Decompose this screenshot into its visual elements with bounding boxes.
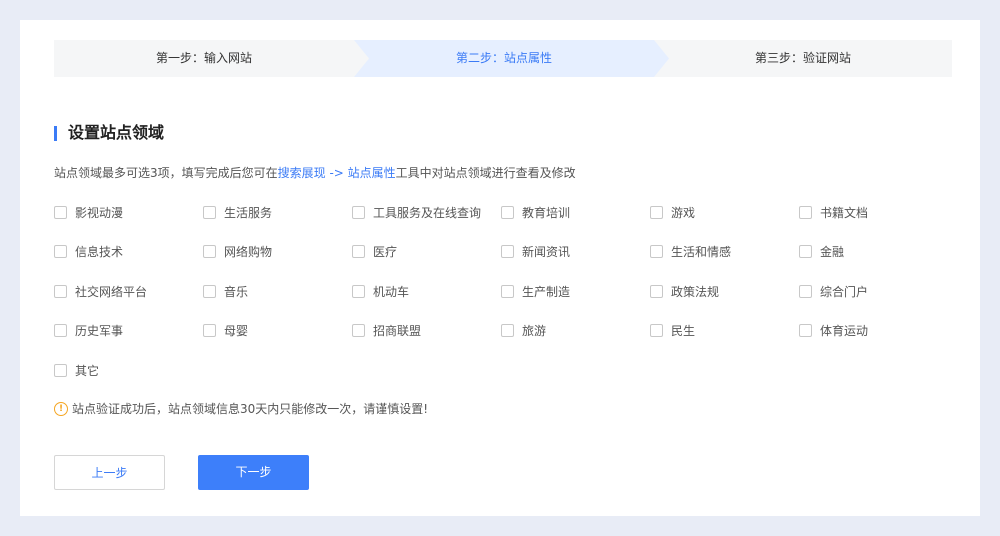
prev-step-button[interactable]: 上一步 [54, 455, 165, 490]
domain-option[interactable]: 书籍文档 [799, 204, 868, 222]
section-title-marker [54, 126, 57, 141]
checkbox[interactable] [501, 285, 514, 298]
option-label: 生产制造 [522, 285, 571, 299]
checkbox[interactable] [352, 285, 365, 298]
domain-option[interactable]: 历史军事 [54, 322, 123, 340]
settings-card: 第一步：输入网站 第二步：站点属性 第三步：验证网站 设置站点领域 站点领域最多… [20, 20, 980, 516]
option-label: 母婴 [224, 324, 249, 338]
section-description: 站点领域最多可选3项，填写完成后您可在搜索展现 -> 站点属性工具中对站点领域进… [54, 164, 576, 182]
description-link[interactable]: 搜索展现 -> 站点属性 [278, 166, 396, 180]
checkbox[interactable] [54, 364, 67, 377]
warning-text: 站点验证成功后，站点领域信息30天内只能修改一次，请谨慎设置! [72, 402, 429, 416]
checkbox[interactable] [501, 206, 514, 219]
domain-option[interactable]: 体育运动 [799, 322, 868, 340]
warning-icon: ! [54, 401, 68, 416]
checkbox[interactable] [203, 245, 216, 258]
domain-option[interactable]: 旅游 [501, 322, 546, 340]
domain-option[interactable]: 金融 [799, 243, 844, 261]
checkbox[interactable] [799, 324, 812, 337]
domain-option[interactable]: 信息技术 [54, 243, 123, 261]
domain-option[interactable]: 教育培训 [501, 204, 570, 222]
checkbox[interactable] [203, 324, 216, 337]
step-1: 第一步：输入网站 [155, 51, 252, 65]
description-prefix: 站点领域最多可选3项，填写完成后您可在 [54, 166, 278, 180]
domain-option[interactable]: 其它 [54, 362, 99, 380]
checkbox[interactable] [650, 206, 663, 219]
checkbox[interactable] [352, 206, 365, 219]
option-label: 社交网络平台 [75, 285, 148, 299]
option-label: 游戏 [671, 206, 696, 220]
domain-option[interactable]: 生产制造 [501, 283, 570, 301]
option-label: 招商联盟 [373, 324, 422, 338]
option-label: 生活服务 [224, 206, 273, 220]
section-title: 设置站点领域 [68, 123, 165, 142]
domain-option[interactable]: 网络购物 [203, 243, 272, 261]
option-label: 综合门户 [820, 285, 869, 299]
checkbox[interactable] [352, 245, 365, 258]
domain-option[interactable]: 生活服务 [203, 204, 272, 222]
option-label: 信息技术 [75, 245, 124, 259]
option-label: 音乐 [224, 285, 249, 299]
domain-option[interactable]: 政策法规 [650, 283, 719, 301]
checkbox[interactable] [501, 324, 514, 337]
checkbox[interactable] [650, 285, 663, 298]
option-label: 影视动漫 [75, 206, 124, 220]
domain-option[interactable]: 综合门户 [799, 283, 868, 301]
checkbox[interactable] [501, 245, 514, 258]
domain-option[interactable]: 民生 [650, 322, 695, 340]
option-label: 历史军事 [75, 324, 124, 338]
step-3: 第三步：验证网站 [754, 51, 851, 65]
option-label: 教育培训 [522, 206, 571, 220]
step-2-active: 第二步：站点属性 [455, 51, 552, 65]
domain-option[interactable]: 新闻资讯 [501, 243, 570, 261]
checkbox[interactable] [799, 245, 812, 258]
domain-option[interactable]: 社交网络平台 [54, 283, 147, 301]
next-step-button[interactable]: 下一步 [198, 455, 309, 490]
option-label: 政策法规 [671, 285, 720, 299]
domain-option[interactable]: 游戏 [650, 204, 695, 222]
option-label: 体育运动 [820, 324, 869, 338]
option-label: 民生 [671, 324, 696, 338]
option-label: 书籍文档 [820, 206, 869, 220]
domain-option[interactable]: 招商联盟 [352, 322, 421, 340]
warning-note: ! 站点验证成功后，站点领域信息30天内只能修改一次，请谨慎设置! [54, 400, 428, 418]
domain-option[interactable]: 机动车 [352, 283, 409, 301]
option-label: 金融 [820, 245, 845, 259]
domain-option[interactable]: 工具服务及在线查询 [352, 204, 481, 222]
step-indicator: 第一步：输入网站 第二步：站点属性 第三步：验证网站 [54, 40, 952, 77]
checkbox[interactable] [54, 324, 67, 337]
option-label: 其它 [75, 364, 100, 378]
option-label: 机动车 [373, 285, 410, 299]
option-label: 新闻资讯 [522, 245, 571, 259]
domain-option[interactable]: 音乐 [203, 283, 248, 301]
checkbox[interactable] [203, 285, 216, 298]
checkbox[interactable] [54, 245, 67, 258]
checkbox[interactable] [54, 206, 67, 219]
option-label: 医疗 [373, 245, 398, 259]
option-label: 旅游 [522, 324, 547, 338]
checkbox[interactable] [650, 324, 663, 337]
option-label: 生活和情感 [671, 245, 732, 259]
domain-option[interactable]: 生活和情感 [650, 243, 731, 261]
domain-option[interactable]: 医疗 [352, 243, 397, 261]
domain-option[interactable]: 母婴 [203, 322, 248, 340]
checkbox[interactable] [650, 245, 663, 258]
option-label: 网络购物 [224, 245, 273, 259]
checkbox[interactable] [799, 285, 812, 298]
checkbox[interactable] [203, 206, 216, 219]
checkbox[interactable] [799, 206, 812, 219]
checkbox[interactable] [352, 324, 365, 337]
option-label: 工具服务及在线查询 [373, 206, 482, 220]
checkbox[interactable] [54, 285, 67, 298]
domain-option[interactable]: 影视动漫 [54, 204, 123, 222]
description-suffix: 工具中对站点领域进行查看及修改 [395, 166, 576, 180]
